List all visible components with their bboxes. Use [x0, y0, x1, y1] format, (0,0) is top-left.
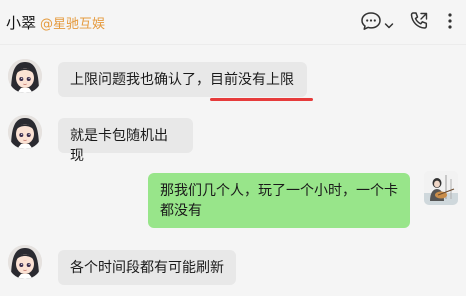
message-bubble-outgoing[interactable]: 那我们几个人，玩了一个小时，一个卡都没有: [148, 173, 410, 228]
chat-icon[interactable]: [360, 10, 382, 32]
chevron-down-icon[interactable]: [384, 16, 394, 29]
chat-header: 小翠 @星驰互娱: [0, 0, 466, 45]
highlight-underline: [210, 98, 313, 101]
avatar[interactable]: [424, 171, 458, 205]
avatar[interactable]: [8, 245, 42, 279]
phone-call-icon[interactable]: [408, 10, 430, 32]
avatar[interactable]: [8, 59, 42, 93]
message-bubble-incoming[interactable]: 上限问题我也确认了，目前没有上限: [58, 62, 307, 97]
contact-organization: @星驰互娱: [40, 17, 106, 32]
more-icon[interactable]: [440, 10, 460, 32]
message-bubble-incoming[interactable]: 各个时间段都有可能刷新: [58, 250, 236, 285]
contact-name: 小翠: [6, 14, 37, 32]
avatar[interactable]: [8, 115, 42, 149]
message-bubble-incoming[interactable]: 就是卡包随机出现: [58, 118, 193, 164]
